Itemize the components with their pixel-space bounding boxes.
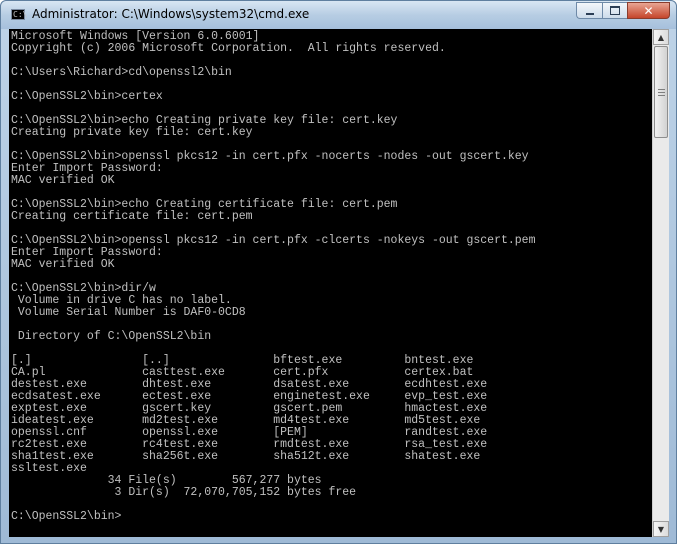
scroll-down-button[interactable]: ▼ bbox=[653, 521, 669, 537]
console-line: C:\OpenSSL2\bin> bbox=[11, 510, 122, 523]
console-line: Creating certificate file: cert.pem bbox=[11, 210, 253, 223]
window-title: Administrator: C:\Windows\system32\cmd.e… bbox=[32, 7, 310, 21]
cmd-app-icon[interactable]: C:\ bbox=[11, 9, 27, 20]
minimize-icon bbox=[585, 12, 594, 15]
scroll-thumb[interactable] bbox=[654, 46, 668, 138]
console-output[interactable]: Microsoft Windows [Version 6.0.6001] Copy… bbox=[9, 29, 652, 537]
console-line: Volume Serial Number is DAF0-0CD8 bbox=[11, 306, 246, 319]
maximize-button[interactable] bbox=[602, 2, 627, 19]
grip-line bbox=[658, 89, 665, 90]
scroll-up-button[interactable]: ▲ bbox=[653, 29, 669, 45]
cmd-window: C:\ Administrator: C:\Windows\system32\c… bbox=[0, 0, 677, 544]
window-controls: ✕ bbox=[576, 2, 670, 20]
console-line: sha1test.exe sha256t.exe sha512t.exe sha… bbox=[11, 450, 481, 463]
grip-line bbox=[658, 92, 665, 93]
console-line: MAC verified OK bbox=[11, 258, 115, 271]
grip-line bbox=[658, 95, 665, 96]
maximize-icon bbox=[610, 6, 620, 15]
console-line: MAC verified OK bbox=[11, 174, 115, 187]
close-icon: ✕ bbox=[643, 3, 654, 18]
console-line: C:\Users\Richard>cd\openssl2\bin bbox=[11, 66, 232, 79]
minimize-button[interactable] bbox=[576, 2, 602, 19]
vertical-scrollbar[interactable]: ▲ ▼ bbox=[652, 29, 669, 537]
title-bar[interactable]: C:\ Administrator: C:\Windows\system32\c… bbox=[1, 1, 676, 29]
console-line: Copyright (c) 2006 Microsoft Corporation… bbox=[11, 42, 446, 55]
console-line: 3 Dir(s) 72,070,705,152 bytes free bbox=[11, 486, 357, 499]
console-text: Microsoft Windows [Version 6.0.6001] Copy… bbox=[9, 29, 652, 523]
console-line: C:\OpenSSL2\bin>certex bbox=[11, 90, 163, 103]
arrow-down-icon: ▼ bbox=[657, 524, 665, 534]
close-button[interactable]: ✕ bbox=[627, 2, 670, 19]
console-line: Creating private key file: cert.key bbox=[11, 126, 253, 139]
console-line: Directory of C:\OpenSSL2\bin bbox=[11, 330, 212, 343]
arrow-up-icon: ▲ bbox=[657, 32, 665, 42]
